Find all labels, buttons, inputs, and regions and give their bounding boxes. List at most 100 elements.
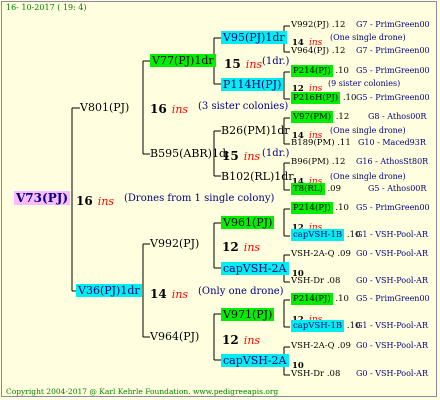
sire-top-ins-number: 16 — [150, 102, 167, 116]
g4-name: P214(PJ) — [291, 202, 333, 214]
g4-ins: .10 — [335, 66, 349, 76]
g4-gen: G10 - Maced93R — [358, 138, 426, 147]
g4-name: V964(PJ) — [291, 46, 330, 56]
node-v964-ins: 12 ins — [222, 331, 260, 347]
g4-node[interactable]: capVSH-1B .10 — [291, 320, 360, 332]
g4-name: P216H(PJ) — [291, 92, 341, 104]
g4-gen: G5 - PrimGreen00 — [356, 93, 430, 102]
node-b595[interactable]: B595(ABR)1d: — [150, 148, 230, 159]
node-v964[interactable]: V964(PJ) — [150, 331, 199, 342]
sire-top[interactable]: V801(PJ) — [80, 102, 129, 113]
g4-name: B189(PM) — [291, 138, 335, 148]
node-p114-note: (9 sister colonies) — [328, 79, 401, 88]
g4-gen: G7 - PrimGreen00 — [356, 46, 430, 55]
node-v992-ins-number: 12 — [222, 240, 239, 254]
g4-gen: G8 - Athos00R — [368, 112, 427, 121]
g4-ins: .12 — [331, 46, 346, 56]
sire-top-note: (3 sister colonies) — [198, 101, 289, 112]
node-v961[interactable]: V961(PJ) — [221, 216, 275, 229]
g4-ins: .12 — [331, 157, 346, 167]
node-v95[interactable]: V95(PJ)1dr — [221, 31, 287, 44]
node-v992[interactable]: V992(PJ) — [150, 238, 199, 249]
g4-node[interactable]: V964(PJ) .12 — [291, 47, 345, 56]
sire-bottom-ins-word: ins — [171, 288, 189, 301]
g4-gen: G16 - AthosSt80R — [356, 157, 429, 166]
g4-ins: .08 — [326, 369, 341, 379]
node-v95-note: (One single drone) — [330, 33, 406, 42]
sire-top-ins-word: ins — [171, 103, 189, 116]
sire-bottom-ins-number: 14 — [150, 287, 167, 301]
g4-name: VSH-Dr — [291, 369, 325, 379]
g4-node[interactable]: T8(RL) .09 — [291, 183, 341, 195]
g4-node[interactable]: P214(PJ) .10 — [291, 65, 349, 77]
g4-node[interactable]: P214(PJ) .10 — [291, 293, 349, 305]
root-ins-number: 16 — [76, 194, 93, 208]
g4-name: VSH-Dr — [291, 276, 325, 286]
g4-gen: G0 - VSH-Pool-AR — [356, 249, 428, 258]
g4-name: V97(PM) — [291, 111, 334, 123]
node-b26[interactable]: B26(PM)1dr — [221, 125, 290, 136]
g4-name: V992(PJ) — [291, 20, 330, 30]
g4-gen: G5 - PrimGreen00 — [356, 294, 430, 303]
node-b26-note: (One single drone) — [330, 126, 406, 135]
sire-top-ins: 16 ins — [150, 100, 188, 116]
root-ins-word: ins — [97, 195, 115, 208]
g4-node[interactable]: P216H(PJ) .10 — [291, 92, 357, 104]
g4-gen: G0 - VSH-Pool-AR — [356, 369, 428, 378]
copyright-footer: Copyright 2004-2017 @ Karl Kehrle Founda… — [6, 387, 279, 396]
g4-ins: .09 — [337, 249, 351, 259]
g4-ins: .10 — [335, 203, 349, 213]
node-v971[interactable]: V971(PJ) — [221, 308, 275, 321]
root-ins: 16 ins — [76, 192, 114, 208]
node-v77-note: (1dr.) — [262, 56, 290, 67]
root-queen[interactable]: V73(PJ) — [14, 191, 71, 205]
g4-name: P214(PJ) — [291, 65, 333, 77]
g4-gen: G1 - VSH-Pool-AR — [356, 321, 428, 330]
g4-node[interactable]: capVSH-1B .10 — [291, 229, 360, 241]
node-b595-ins-word: ins — [243, 150, 261, 163]
g4-node[interactable]: V992(PJ) .12 — [291, 21, 345, 30]
g4-node[interactable]: V97(PM) .12 — [291, 111, 350, 123]
g4-ins: .12 — [331, 20, 346, 30]
g4-ins: .10 — [335, 294, 349, 304]
node-p114[interactable]: P114H(PJ) — [221, 78, 284, 91]
node-v77-ins: 15 ins — [224, 55, 262, 71]
g4-ins: .11 — [337, 138, 351, 148]
g4-name: VSH-2A-Q — [291, 341, 335, 351]
g4-gen: G0 - VSH-Pool-AR — [356, 341, 428, 350]
node-b595-ins-number: 15 — [222, 149, 239, 163]
report-date: 16- 10-2017 ( 19: 4) — [6, 3, 87, 12]
node-b102-note: (One single drone) — [330, 172, 406, 181]
node-b102[interactable]: B102(RL)1dr — [221, 171, 294, 182]
node-v964-ins-number: 12 — [222, 333, 239, 347]
g4-name: capVSH-1B — [291, 320, 345, 332]
g4-node[interactable]: B189(PM) .11 — [291, 139, 351, 148]
g4-node[interactable]: P214(PJ) .10 — [291, 202, 349, 214]
g4-node[interactable]: VSH-2A-Q .09 — [291, 250, 351, 259]
g4-ins: .09 — [327, 184, 341, 194]
g4-ins: .08 — [326, 276, 341, 286]
node-capvsh-2a-a[interactable]: capVSH-2A — [221, 262, 289, 275]
g4-name: P214(PJ) — [291, 293, 333, 305]
sire-bottom[interactable]: V36(PJ)1dr — [76, 284, 142, 297]
g4-name: VSH-2A-Q — [291, 249, 335, 259]
g4-gen: G1 - VSH-Pool-AR — [356, 230, 428, 239]
g4-name: capVSH-1B — [291, 229, 345, 241]
node-v77-ins-number: 15 — [224, 57, 241, 71]
g4-node[interactable]: B96(PM) .12 — [291, 158, 345, 167]
node-b595-ins: 15 ins — [222, 147, 260, 163]
g4-gen: G5 - Athos00R — [368, 184, 427, 193]
sire-bottom-note: (Only one drone) — [198, 286, 284, 297]
node-v964-ins-word: ins — [243, 334, 261, 347]
g4-name: B96(PM) — [291, 157, 330, 167]
g4-node[interactable]: VSH-Dr .08 — [291, 370, 340, 379]
sire-bottom-ins: 14 ins — [150, 285, 188, 301]
g4-ins: .12 — [335, 112, 350, 122]
g4-ins: .10 — [342, 93, 357, 103]
g4-node[interactable]: VSH-Dr .08 — [291, 277, 340, 286]
node-v77[interactable]: V77(PJ)1dr — [150, 54, 216, 67]
g4-node[interactable]: VSH-2A-Q .09 — [291, 342, 351, 351]
g4-ins: .09 — [337, 341, 351, 351]
node-v992-ins-word: ins — [243, 241, 261, 254]
node-capvsh-2a-b[interactable]: capVSH-2A — [221, 354, 289, 367]
